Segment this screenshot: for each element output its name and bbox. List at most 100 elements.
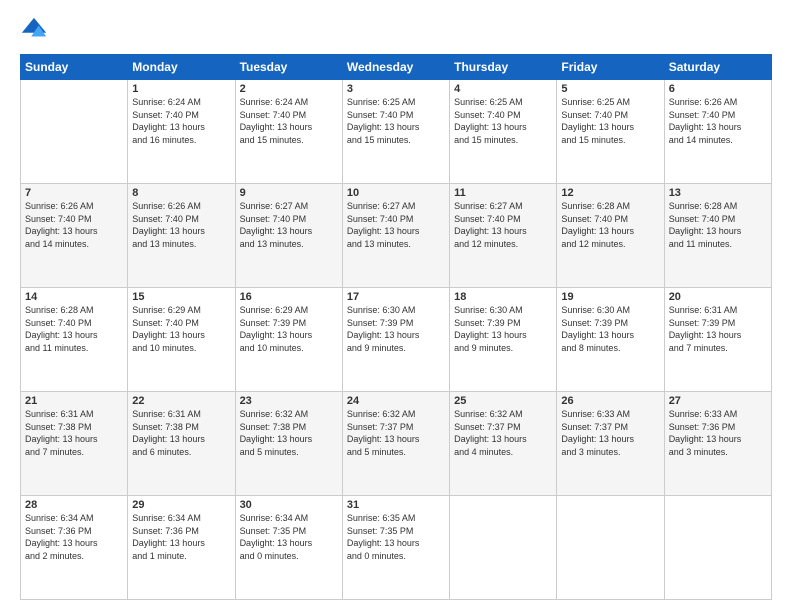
calendar-cell: 18Sunrise: 6:30 AM Sunset: 7:39 PM Dayli… xyxy=(450,288,557,392)
day-number: 13 xyxy=(669,187,767,199)
calendar-cell: 4Sunrise: 6:25 AM Sunset: 7:40 PM Daylig… xyxy=(450,80,557,184)
day-number: 6 xyxy=(669,83,767,95)
calendar-cell xyxy=(664,496,771,600)
day-number: 31 xyxy=(347,499,445,511)
calendar-cell: 25Sunrise: 6:32 AM Sunset: 7:37 PM Dayli… xyxy=(450,392,557,496)
weekday-header-thursday: Thursday xyxy=(450,55,557,80)
day-info: Sunrise: 6:28 AM Sunset: 7:40 PM Dayligh… xyxy=(25,304,123,354)
calendar-cell: 23Sunrise: 6:32 AM Sunset: 7:38 PM Dayli… xyxy=(235,392,342,496)
calendar-cell: 20Sunrise: 6:31 AM Sunset: 7:39 PM Dayli… xyxy=(664,288,771,392)
day-number: 28 xyxy=(25,499,123,511)
day-number: 4 xyxy=(454,83,552,95)
day-number: 11 xyxy=(454,187,552,199)
calendar-cell: 30Sunrise: 6:34 AM Sunset: 7:35 PM Dayli… xyxy=(235,496,342,600)
calendar-cell: 29Sunrise: 6:34 AM Sunset: 7:36 PM Dayli… xyxy=(128,496,235,600)
day-info: Sunrise: 6:30 AM Sunset: 7:39 PM Dayligh… xyxy=(347,304,445,354)
day-number: 30 xyxy=(240,499,338,511)
day-info: Sunrise: 6:27 AM Sunset: 7:40 PM Dayligh… xyxy=(454,200,552,250)
calendar-cell: 3Sunrise: 6:25 AM Sunset: 7:40 PM Daylig… xyxy=(342,80,449,184)
calendar-table: SundayMondayTuesdayWednesdayThursdayFrid… xyxy=(20,54,772,600)
calendar-cell: 12Sunrise: 6:28 AM Sunset: 7:40 PM Dayli… xyxy=(557,184,664,288)
calendar-cell: 6Sunrise: 6:26 AM Sunset: 7:40 PM Daylig… xyxy=(664,80,771,184)
day-info: Sunrise: 6:35 AM Sunset: 7:35 PM Dayligh… xyxy=(347,512,445,562)
header xyxy=(20,16,772,44)
day-info: Sunrise: 6:33 AM Sunset: 7:37 PM Dayligh… xyxy=(561,408,659,458)
day-number: 20 xyxy=(669,291,767,303)
day-number: 26 xyxy=(561,395,659,407)
day-info: Sunrise: 6:32 AM Sunset: 7:37 PM Dayligh… xyxy=(347,408,445,458)
logo-icon xyxy=(20,16,48,44)
calendar-cell: 16Sunrise: 6:29 AM Sunset: 7:39 PM Dayli… xyxy=(235,288,342,392)
day-info: Sunrise: 6:24 AM Sunset: 7:40 PM Dayligh… xyxy=(240,96,338,146)
calendar-cell: 7Sunrise: 6:26 AM Sunset: 7:40 PM Daylig… xyxy=(21,184,128,288)
logo xyxy=(20,16,52,44)
calendar-cell: 24Sunrise: 6:32 AM Sunset: 7:37 PM Dayli… xyxy=(342,392,449,496)
day-number: 21 xyxy=(25,395,123,407)
day-number: 1 xyxy=(132,83,230,95)
calendar-cell: 22Sunrise: 6:31 AM Sunset: 7:38 PM Dayli… xyxy=(128,392,235,496)
calendar-cell: 14Sunrise: 6:28 AM Sunset: 7:40 PM Dayli… xyxy=(21,288,128,392)
day-info: Sunrise: 6:28 AM Sunset: 7:40 PM Dayligh… xyxy=(669,200,767,250)
day-number: 27 xyxy=(669,395,767,407)
calendar-cell: 31Sunrise: 6:35 AM Sunset: 7:35 PM Dayli… xyxy=(342,496,449,600)
day-info: Sunrise: 6:29 AM Sunset: 7:39 PM Dayligh… xyxy=(240,304,338,354)
day-number: 7 xyxy=(25,187,123,199)
day-info: Sunrise: 6:31 AM Sunset: 7:38 PM Dayligh… xyxy=(132,408,230,458)
page: SundayMondayTuesdayWednesdayThursdayFrid… xyxy=(0,0,792,612)
day-number: 5 xyxy=(561,83,659,95)
weekday-header-monday: Monday xyxy=(128,55,235,80)
day-info: Sunrise: 6:34 AM Sunset: 7:36 PM Dayligh… xyxy=(25,512,123,562)
weekday-header-tuesday: Tuesday xyxy=(235,55,342,80)
calendar-cell: 13Sunrise: 6:28 AM Sunset: 7:40 PM Dayli… xyxy=(664,184,771,288)
day-info: Sunrise: 6:32 AM Sunset: 7:38 PM Dayligh… xyxy=(240,408,338,458)
day-info: Sunrise: 6:27 AM Sunset: 7:40 PM Dayligh… xyxy=(347,200,445,250)
calendar-cell: 1Sunrise: 6:24 AM Sunset: 7:40 PM Daylig… xyxy=(128,80,235,184)
week-row-5: 28Sunrise: 6:34 AM Sunset: 7:36 PM Dayli… xyxy=(21,496,772,600)
calendar-cell: 11Sunrise: 6:27 AM Sunset: 7:40 PM Dayli… xyxy=(450,184,557,288)
calendar-cell: 17Sunrise: 6:30 AM Sunset: 7:39 PM Dayli… xyxy=(342,288,449,392)
calendar-cell xyxy=(557,496,664,600)
day-number: 19 xyxy=(561,291,659,303)
day-info: Sunrise: 6:27 AM Sunset: 7:40 PM Dayligh… xyxy=(240,200,338,250)
day-number: 22 xyxy=(132,395,230,407)
day-number: 29 xyxy=(132,499,230,511)
day-number: 17 xyxy=(347,291,445,303)
day-number: 14 xyxy=(25,291,123,303)
calendar-cell: 19Sunrise: 6:30 AM Sunset: 7:39 PM Dayli… xyxy=(557,288,664,392)
day-info: Sunrise: 6:30 AM Sunset: 7:39 PM Dayligh… xyxy=(454,304,552,354)
weekday-header-wednesday: Wednesday xyxy=(342,55,449,80)
calendar-cell xyxy=(450,496,557,600)
day-number: 24 xyxy=(347,395,445,407)
day-number: 8 xyxy=(132,187,230,199)
calendar-cell: 10Sunrise: 6:27 AM Sunset: 7:40 PM Dayli… xyxy=(342,184,449,288)
week-row-4: 21 Sunrise: 6:31 AM Sunset: 7:38 PM Dayli… xyxy=(21,392,772,496)
day-info: Sunrise: 6:26 AM Sunset: 7:40 PM Dayligh… xyxy=(669,96,767,146)
calendar-cell: 28Sunrise: 6:34 AM Sunset: 7:36 PM Dayli… xyxy=(21,496,128,600)
calendar-header: SundayMondayTuesdayWednesdayThursdayFrid… xyxy=(21,55,772,80)
day-info: Sunrise: 6:34 AM Sunset: 7:35 PM Dayligh… xyxy=(240,512,338,562)
day-number: 2 xyxy=(240,83,338,95)
day-number: 15 xyxy=(132,291,230,303)
weekday-header-saturday: Saturday xyxy=(664,55,771,80)
day-info: Sunrise: 6:26 AM Sunset: 7:40 PM Dayligh… xyxy=(132,200,230,250)
weekday-header-friday: Friday xyxy=(557,55,664,80)
calendar-cell xyxy=(21,80,128,184)
day-number: 9 xyxy=(240,187,338,199)
day-info: Sunrise: 6:29 AM Sunset: 7:40 PM Dayligh… xyxy=(132,304,230,354)
day-info: Sunrise: 6:25 AM Sunset: 7:40 PM Dayligh… xyxy=(561,96,659,146)
calendar-cell: 21Sunrise: 6:31 AM Sunset: 7:38 PM Dayli… xyxy=(21,392,128,496)
day-info: Sunrise: 6:25 AM Sunset: 7:40 PM Dayligh… xyxy=(454,96,552,146)
day-info: Sunrise: 6:25 AM Sunset: 7:40 PM Dayligh… xyxy=(347,96,445,146)
calendar-cell: 9Sunrise: 6:27 AM Sunset: 7:40 PM Daylig… xyxy=(235,184,342,288)
day-number: 18 xyxy=(454,291,552,303)
day-info: Sunrise: 6:34 AM Sunset: 7:36 PM Dayligh… xyxy=(132,512,230,562)
day-info: Sunrise: 6:33 AM Sunset: 7:36 PM Dayligh… xyxy=(669,408,767,458)
weekday-header-sunday: Sunday xyxy=(21,55,128,80)
calendar-cell: 5Sunrise: 6:25 AM Sunset: 7:40 PM Daylig… xyxy=(557,80,664,184)
day-info: Sunrise: 6:28 AM Sunset: 7:40 PM Dayligh… xyxy=(561,200,659,250)
weekday-row: SundayMondayTuesdayWednesdayThursdayFrid… xyxy=(21,55,772,80)
calendar-cell: 2Sunrise: 6:24 AM Sunset: 7:40 PM Daylig… xyxy=(235,80,342,184)
calendar-cell: 15Sunrise: 6:29 AM Sunset: 7:40 PM Dayli… xyxy=(128,288,235,392)
day-number: 10 xyxy=(347,187,445,199)
day-info: Sunrise: 6:30 AM Sunset: 7:39 PM Dayligh… xyxy=(561,304,659,354)
